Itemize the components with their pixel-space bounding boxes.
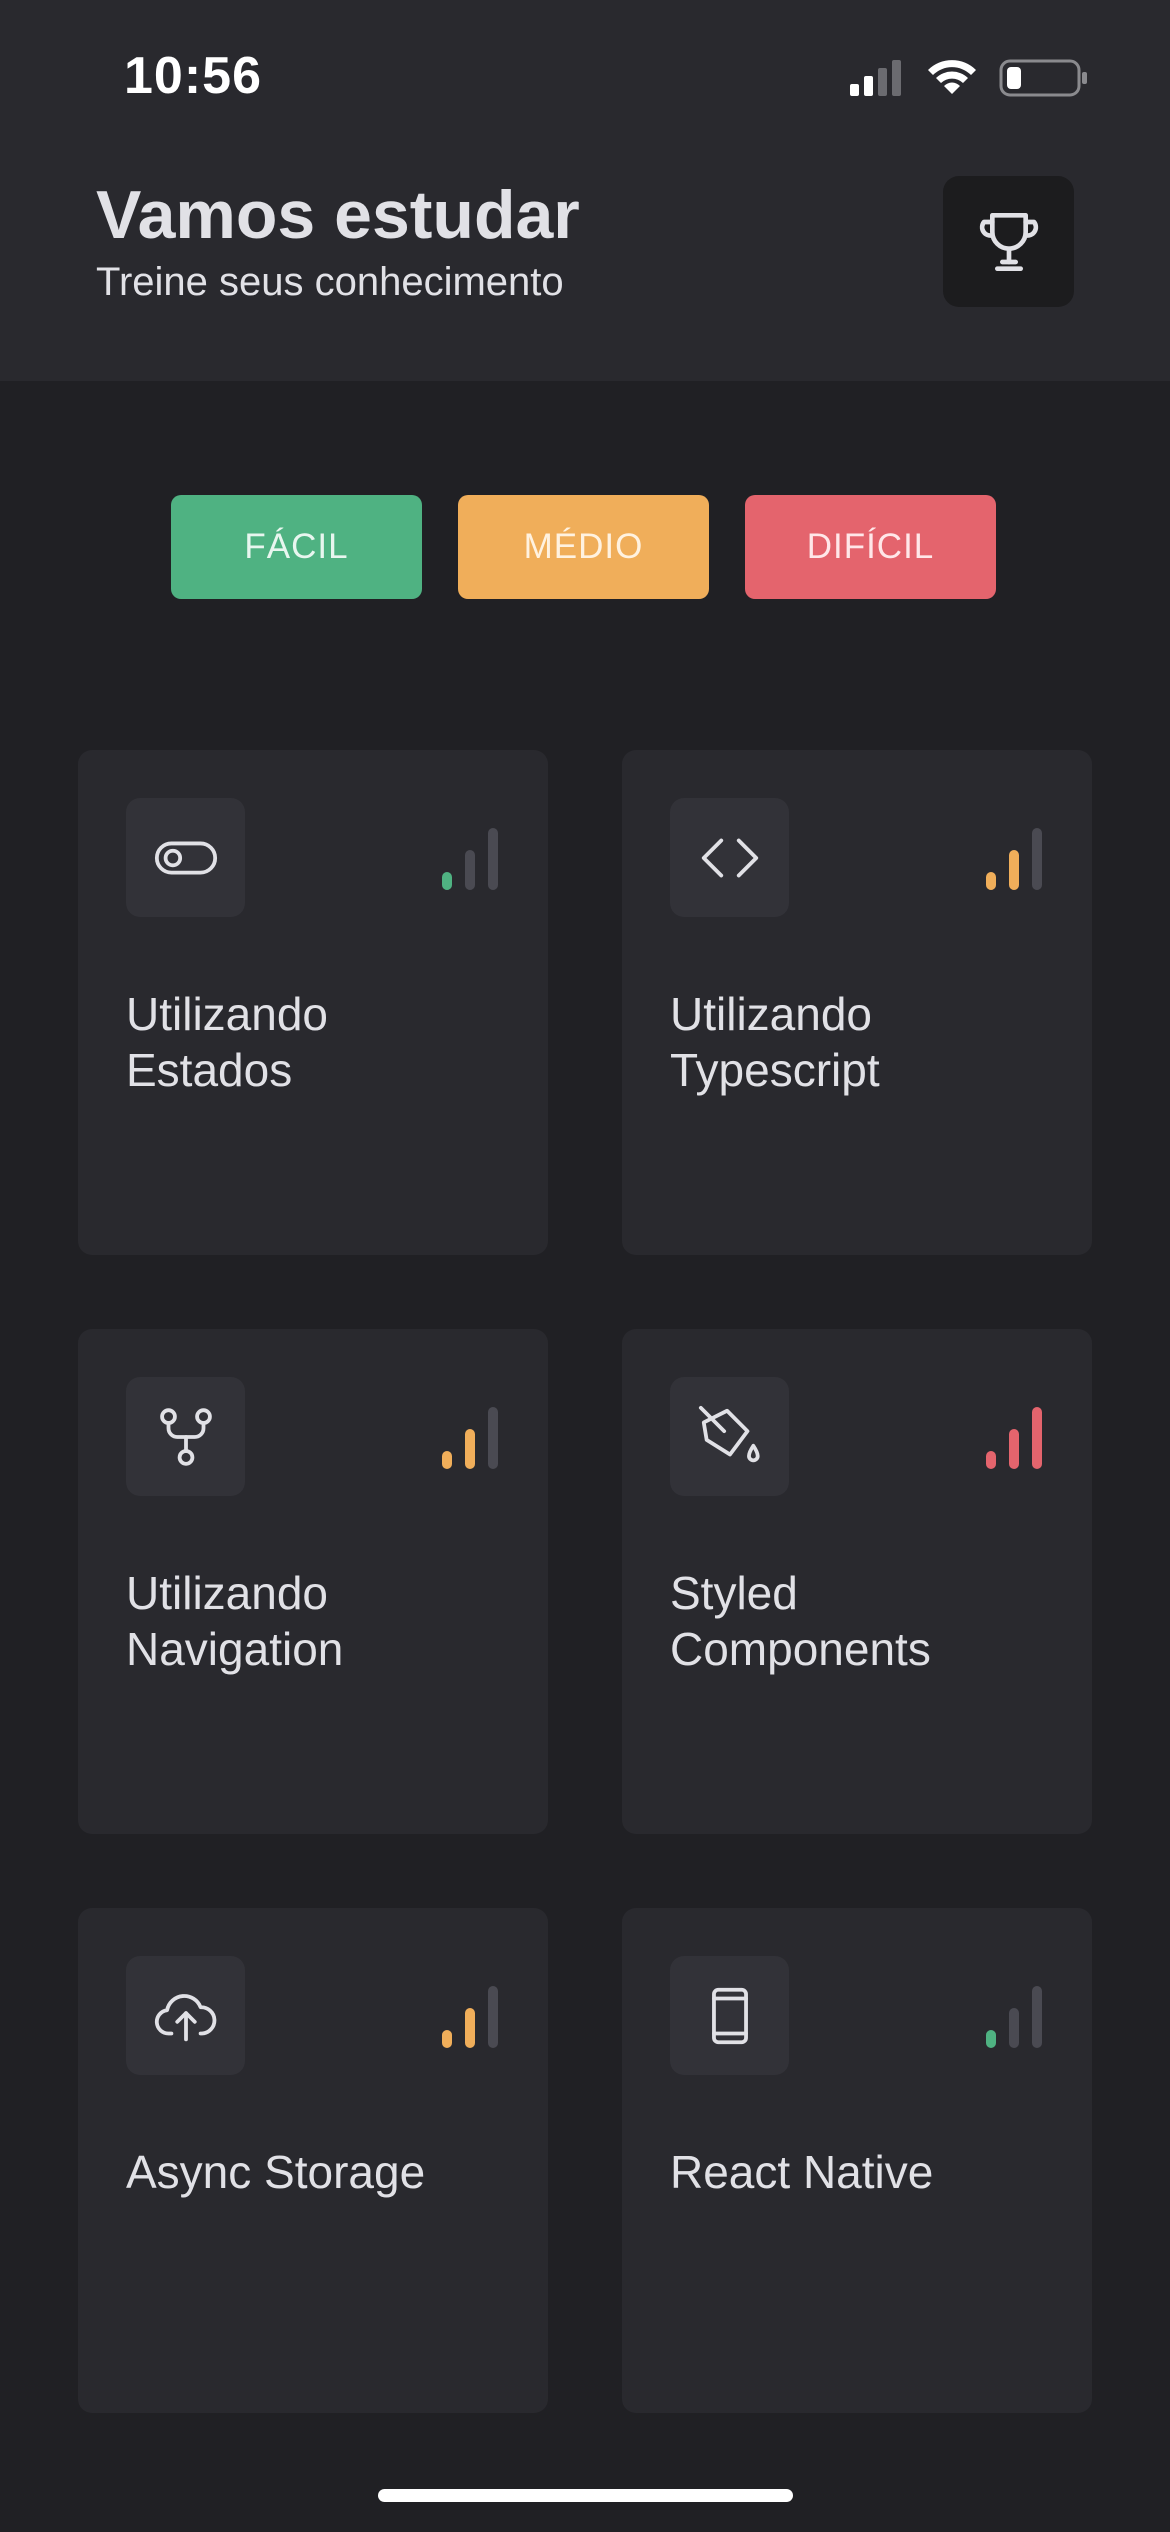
page-subtitle: Treine seus conhecimento <box>96 260 564 304</box>
filter-medium-button[interactable]: MÉDIO <box>458 495 709 599</box>
code-icon <box>701 838 758 877</box>
card-icon-box <box>670 1956 789 2075</box>
status-time: 10:56 <box>124 47 262 105</box>
home-indicator[interactable] <box>378 2489 793 2502</box>
level-indicator-icon <box>442 1407 498 1469</box>
trophy-button[interactable] <box>943 176 1074 307</box>
level-indicator-icon <box>986 1986 1042 2048</box>
card-title: Utilizando Estados <box>126 988 328 1096</box>
app-screen: 10:56 Vamos estudar Treine seus conhecim… <box>0 0 1170 2532</box>
smartphone-icon <box>711 1987 748 2044</box>
paint-bucket-icon <box>698 1405 760 1462</box>
level-filters: FÁCIL MÉDIO DIFÍCIL <box>171 495 996 599</box>
git-branch-icon <box>159 1407 212 1466</box>
cloud-upload-icon <box>154 1993 216 2041</box>
quiz-card[interactable]: Utilizando Typescript <box>622 750 1092 1255</box>
quiz-grid: Utilizando Estados Utilizando Typescript <box>78 750 1092 2413</box>
filter-hard-button[interactable]: DIFÍCIL <box>745 495 996 599</box>
quiz-card[interactable]: React Native <box>622 1908 1092 2413</box>
level-indicator-icon <box>986 828 1042 890</box>
card-title: Styled Components <box>670 1567 931 1675</box>
card-icon-box <box>126 798 245 917</box>
card-icon-box <box>670 1377 789 1496</box>
page-title: Vamos estudar <box>96 177 580 253</box>
battery-icon <box>999 59 1087 97</box>
card-title: Async Storage <box>126 2146 426 2198</box>
level-indicator-icon <box>442 1986 498 2048</box>
quiz-card[interactable]: Styled Components <box>622 1329 1092 1834</box>
card-icon-box <box>126 1377 245 1496</box>
card-title: Utilizando Navigation <box>126 1567 344 1675</box>
wifi-icon <box>928 60 976 94</box>
header: 10:56 Vamos estudar Treine seus conhecim… <box>0 0 1170 381</box>
status-icons <box>850 58 1090 98</box>
trophy-icon <box>979 212 1038 271</box>
quiz-card[interactable]: Utilizando Estados <box>78 750 548 1255</box>
cellular-signal-icon <box>850 60 901 96</box>
card-title: React Native <box>670 2146 934 2198</box>
card-icon-box <box>670 798 789 917</box>
quiz-card[interactable]: Utilizando Navigation <box>78 1329 548 1834</box>
toggle-icon <box>154 841 217 874</box>
card-title: Utilizando Typescript <box>670 988 880 1096</box>
quiz-card[interactable]: Async Storage <box>78 1908 548 2413</box>
level-indicator-icon <box>986 1407 1042 1469</box>
card-icon-box <box>126 1956 245 2075</box>
filter-easy-button[interactable]: FÁCIL <box>171 495 422 599</box>
level-indicator-icon <box>442 828 498 890</box>
